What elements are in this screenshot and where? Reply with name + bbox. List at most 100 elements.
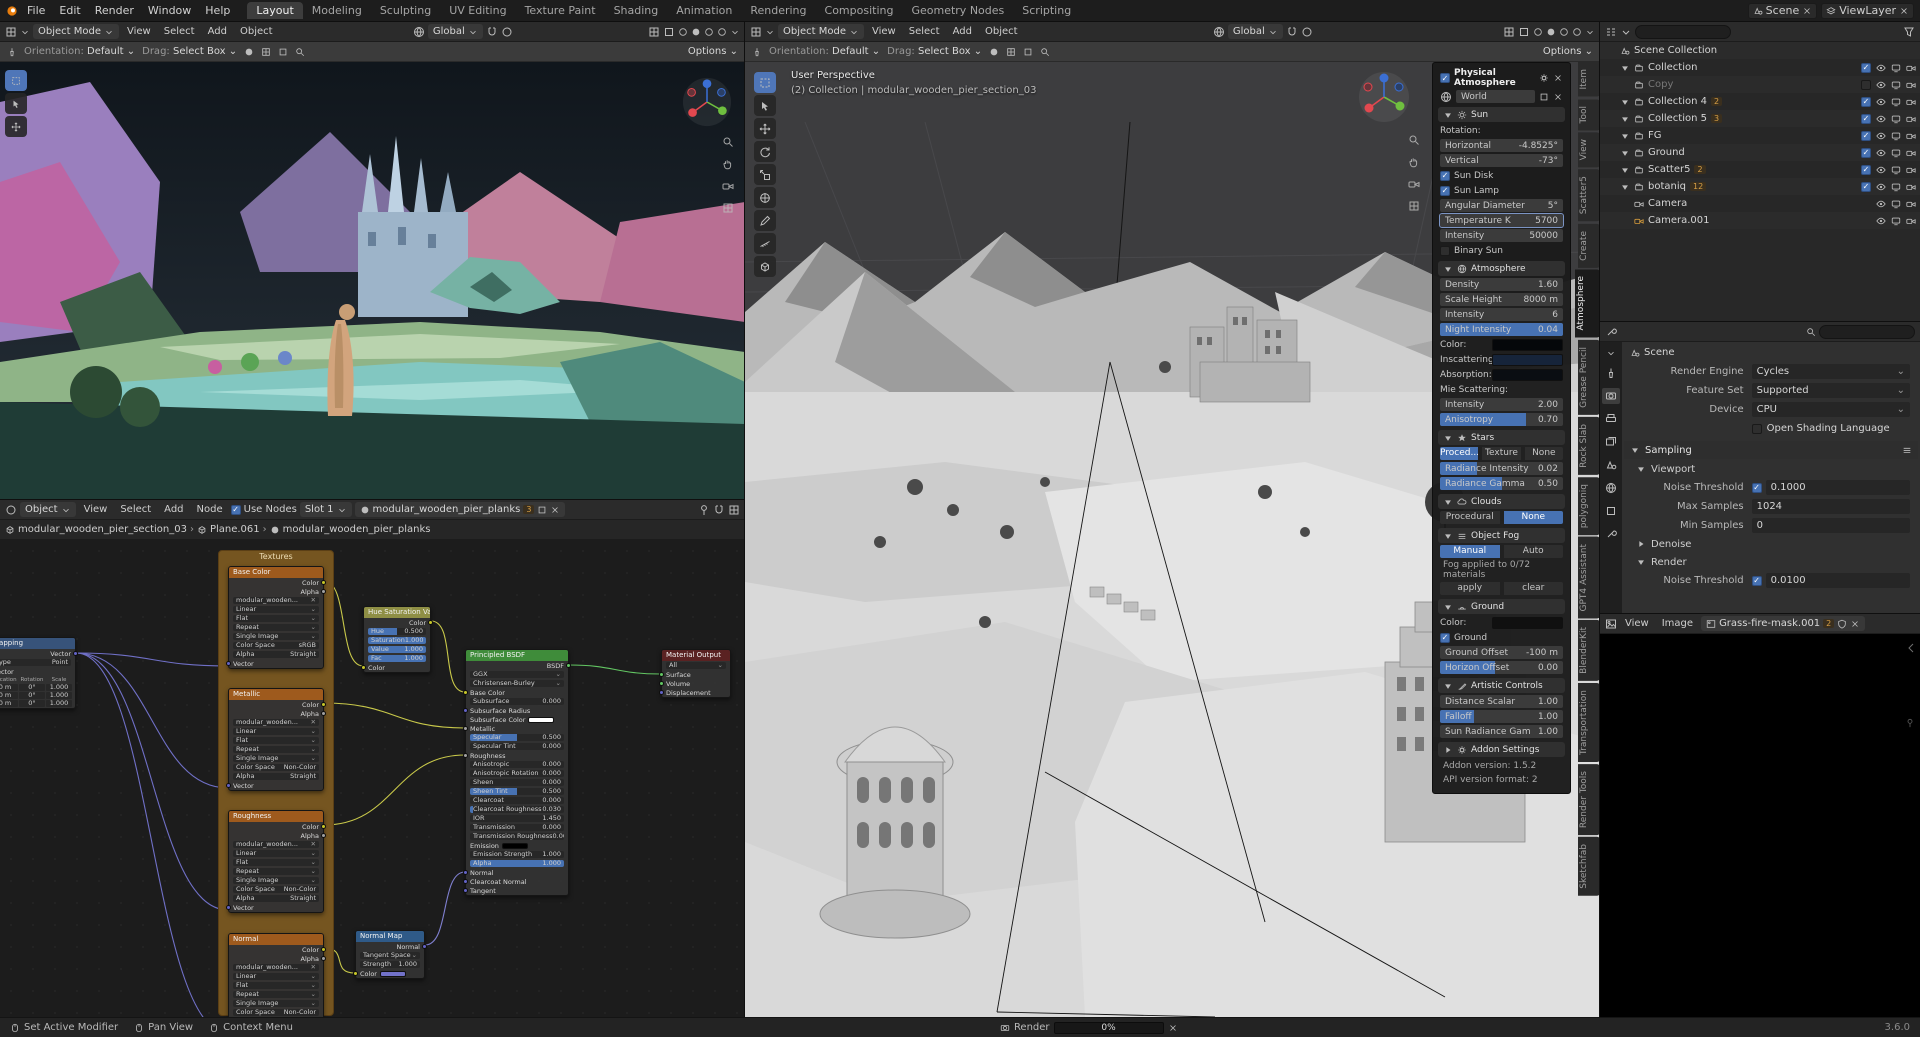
node-value-field[interactable]: Clearcoat Roughness 0.030 [470,806,564,813]
disable-render-icon[interactable] [1906,216,1916,226]
node-row-ior[interactable]: IOR 1.450 [466,814,568,823]
node-row-single-image[interactable]: Single Image ⌄ [229,632,323,641]
chevron-down-icon[interactable] [1585,27,1595,37]
property-value-field[interactable]: 0.1000 [1765,480,1910,495]
tool-settings-icon[interactable] [752,47,762,57]
node-value-field[interactable]: Anisotropic 0.000 [470,761,564,768]
button-none[interactable]: None [1524,447,1563,460]
node-value-field[interactable]: Alpha Straight [233,651,319,658]
use-nodes-toggle[interactable]: ✓ Use Nodes [230,504,297,515]
chevron-down-icon[interactable] [730,27,740,37]
node-select[interactable]: Flat ⌄ [233,859,319,866]
snap-magnet-icon[interactable] [486,26,498,38]
property-value-field[interactable]: CPU ⌄ [1751,402,1910,417]
snap-magnet-icon[interactable] [713,504,725,516]
drag-setting[interactable]: Drag: Select Box ⌄ [887,46,982,57]
input-socket[interactable] [463,753,468,758]
menu-select[interactable]: Select [159,26,200,37]
menu-file[interactable]: File [20,3,52,18]
output-socket[interactable] [321,947,326,952]
input-socket[interactable] [463,726,468,731]
sidebar-tab-grease-pencil[interactable]: Grease Pencil [1578,339,1600,415]
property-value-field[interactable]: Cycles ⌄ [1751,364,1910,379]
orientation-globe-icon[interactable] [1213,26,1225,38]
workspace-tab-animation[interactable]: Animation [667,2,741,19]
field-radiance-intensity[interactable]: Radiance Intensity 0.02 [1440,462,1563,475]
properties-tab-images[interactable] [1602,434,1620,450]
field-intensity[interactable]: Intensity 50000 [1440,229,1563,242]
color-swatch-inscattering-[interactable] [1492,353,1563,366]
menu-object[interactable]: Object [980,26,1023,37]
shading-wireframe-icon[interactable] [678,27,688,37]
node-select[interactable]: Single Image ⌄ [233,877,319,884]
menu-view[interactable]: View [1620,618,1654,629]
node-row-emission[interactable]: Emission [466,841,568,850]
input-socket[interactable] [659,690,664,695]
properties-tab-tool[interactable] [1602,365,1620,381]
vector-value[interactable]: 0 m [0,700,18,707]
output-socket[interactable] [321,956,326,961]
orientation-setting[interactable]: Orientation: Default ⌄ [24,46,135,57]
outliner-row-collection-5[interactable]: Collection 5 3 ✓ [1600,110,1920,127]
overlays-icon[interactable] [1503,26,1515,38]
node-select[interactable]: Linear ⌄ [233,606,319,613]
vector-value[interactable]: 0 m [0,692,18,699]
field-intensity[interactable]: Intensity 2.00 [1440,398,1563,411]
cancel-render-icon[interactable] [1168,1023,1178,1033]
node-select[interactable]: Repeat ⌄ [233,746,319,753]
node-header[interactable]: Metallic [229,689,323,700]
outliner-row-camera-001[interactable]: Camera.001 [1600,212,1920,229]
hide-eye-icon[interactable] [1876,199,1886,209]
sidebar-tab-gpt4-assistant[interactable]: GPT4 Assistant [1578,536,1600,619]
exclude-checkbox[interactable]: ✓ [1861,113,1871,124]
shading-material-icon[interactable] [1559,27,1569,37]
node-header[interactable]: Mapping [0,638,75,649]
node-header[interactable]: Roughness [229,811,323,822]
node-select[interactable]: Repeat ⌄ [233,624,319,631]
subsection-render[interactable]: Render [1636,554,1918,570]
xray-icon[interactable] [1518,26,1530,38]
sidebar-collapse-icon[interactable] [1905,642,1917,654]
npanel-row-stars[interactable]: Stars [1438,430,1565,445]
chevron-down-icon[interactable] [765,27,775,37]
npanel-row-atmosphere[interactable]: Atmosphere [1438,261,1565,276]
options-button[interactable]: Options ⌄ [1543,46,1593,57]
node-material-output[interactable]: Material Output All ⌄ Surface Volume Displace… [659,649,731,698]
drag-setting[interactable]: Drag: Select Box ⌄ [142,46,237,57]
node-value-field[interactable]: Color Space Non-Color [233,1009,319,1016]
hide-eye-icon[interactable] [1876,131,1886,141]
node-row-alpha[interactable]: Alpha Straight [229,894,323,903]
gizmo-sphere-icon[interactable] [989,47,999,57]
node-select[interactable]: Linear ⌄ [233,973,319,980]
node-row-linear[interactable]: Linear ⌄ [229,727,323,736]
scene-selector[interactable]: Scene [1747,2,1818,19]
field-scale-height[interactable]: Scale Height 8000 m [1440,293,1563,306]
node-row-color-space[interactable]: Color Space Non-Color [229,1008,323,1017]
node-value-field[interactable]: Saturation 1.000 [368,637,426,644]
output-socket[interactable] [321,589,326,594]
node-value-field[interactable]: Type Point [0,659,71,666]
exclude-checkbox[interactable] [1861,79,1871,90]
outliner-row-copy[interactable]: Copy [1600,76,1920,93]
viewlayer-selector[interactable]: ViewLayer [1821,2,1914,19]
menu-view[interactable]: View [79,504,113,515]
workspace-tab-shading[interactable]: Shading [605,2,668,19]
pan-hand-icon[interactable] [722,158,734,170]
blender-logo-icon[interactable] [6,5,18,17]
noise-threshold-checkbox[interactable]: ✓ [1751,482,1762,493]
menu-add[interactable]: Add [948,26,977,37]
toggle-b-icon[interactable] [278,47,288,57]
zoom-icon[interactable] [722,136,734,148]
output-socket[interactable] [321,824,326,829]
toggle-b-icon[interactable] [1023,47,1033,57]
disable-render-icon[interactable] [1906,63,1916,73]
tool-settings-icon[interactable] [7,47,17,57]
shading-solid-icon[interactable] [691,27,701,37]
menu-window[interactable]: Window [141,3,198,18]
button-procedural[interactable]: Procedural [1440,511,1500,524]
disable-viewport-icon[interactable] [1891,80,1901,90]
npanel-row-sun[interactable]: Sun [1438,107,1565,122]
collapse-icon[interactable] [1606,348,1616,358]
output-socket[interactable] [321,702,326,707]
node-row-clearcoat[interactable]: Clearcoat 0.000 [466,796,568,805]
